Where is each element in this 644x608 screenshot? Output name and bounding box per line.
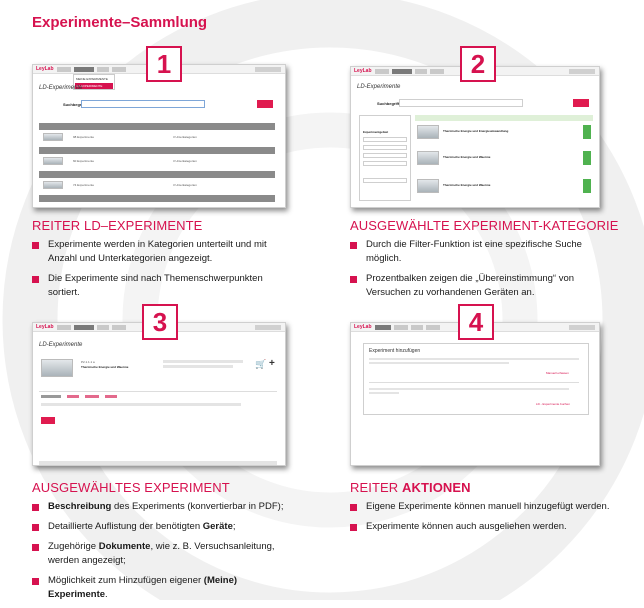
bullet-text: Die Experimente sind nach Themenschwerpu…	[48, 273, 263, 298]
bullet: Möglichkeit zum Hinzufügen eigener (Mein…	[32, 574, 294, 602]
bullet-bold: Geräte	[202, 521, 233, 532]
search-label-2: Suchbegriff	[377, 101, 400, 106]
section-title-2: AUSGEWÄHLTE EXPERIMENT-KATEGORIE	[350, 218, 619, 233]
search-button-2[interactable]	[573, 99, 589, 107]
bullet-bold: Dokumente	[98, 541, 151, 552]
badge-3: 3	[142, 304, 178, 340]
mini-heading-3: LD-Experimente	[39, 342, 83, 348]
manual-link[interactable]: Manuell erfassen	[546, 371, 569, 375]
add-icon[interactable]: +	[269, 358, 275, 369]
row-3-right: 3 Unterkategorien	[173, 183, 197, 187]
bullet-text: Experimente können auch ausgeliehen werd…	[366, 521, 567, 532]
bullet-text: Prozentbalken zeigen die „Übereinstimmun…	[366, 273, 575, 298]
experiment-code: P2.1.1.1 a	[81, 360, 95, 364]
bullet: Beschreibung des Experiments (konvertier…	[32, 500, 294, 514]
bullet: Detaillierte Auflistung der benötigten G…	[32, 520, 294, 534]
row-3-left: 74 Experimente	[73, 183, 95, 187]
screenshot-aktionen: LeyLab Experiment hinzufügen Manuell erf…	[350, 322, 600, 466]
screenshot-experiment-kategorie: LeyLab LD-Experimente Suchbegriff Experi…	[350, 66, 600, 208]
experiment-name: Thermische Energie und Waerme	[81, 365, 129, 369]
logo-3: LeyLab	[36, 324, 54, 330]
bullet-rest: .	[105, 589, 108, 600]
section-title-3: AUSGEWÄHLTES EXPERIMENT	[32, 480, 230, 495]
bullets-3: Beschreibung des Experiments (konvertier…	[32, 500, 294, 608]
page-title: Experimente–Sammlung	[32, 14, 208, 31]
add-experiment-panel: Experiment hinzufügen Manuell erfassen L…	[363, 343, 589, 415]
cart-icon[interactable]: 🛒	[255, 359, 266, 370]
bullet: Die Experimente sind nach Themenschwerpu…	[32, 272, 292, 300]
bullets-2: Durch die Filter-Funktion ist eine spezi…	[350, 238, 610, 306]
bullets-1: Experimente werden in Kategorien unterte…	[32, 238, 292, 306]
row-1-right: 3 Unterkategorien	[173, 135, 197, 139]
bullet-text: Eigene Experimente können manuell hinzug…	[366, 501, 610, 512]
match-bar-2	[583, 151, 591, 165]
bullet-pre: Zugehörige	[48, 541, 99, 552]
bullet-text: Experimente werden in Kategorien unterte…	[48, 239, 267, 264]
badge-4: 4	[458, 304, 494, 340]
result-2: Thermische Energie und Waerme	[443, 155, 491, 159]
result-1: Thermische Energie und Energieumwandlung	[443, 129, 509, 133]
section-title-4: REITER AKTIONEN	[350, 480, 471, 495]
bullet-text: Durch die Filter-Funktion ist eine spezi…	[366, 239, 582, 264]
bullet: Prozentbalken zeigen die „Übereinstimmun…	[350, 272, 610, 300]
search-button[interactable]	[257, 100, 273, 108]
ablauf-button[interactable]	[41, 417, 55, 424]
bullets-4: Eigene Experimente können manuell hinzug…	[350, 500, 620, 540]
match-bar-3	[583, 179, 591, 193]
logo: LeyLab	[36, 66, 54, 72]
panel-title: Experiment hinzufügen	[369, 348, 421, 354]
search-input[interactable]	[81, 100, 205, 108]
section-title-3-text: AUSGEWÄHLTES EXPERIMENT	[32, 480, 230, 495]
match-bar-1	[583, 125, 591, 139]
bullet-bold: Beschreibung	[48, 501, 112, 512]
result-3: Thermische Energie und Waerme	[443, 183, 491, 187]
search-input-2[interactable]	[399, 99, 523, 107]
badge-1: 1	[146, 46, 182, 82]
row-2-left: 60 Experimente	[73, 159, 95, 163]
bullet-rest: des Experiments (konvertierbar in PDF);	[111, 501, 284, 512]
mini-heading: LD-Experimente	[39, 85, 83, 91]
section-title-4-bold: AKTIONEN	[401, 480, 471, 495]
section-title-1-text: REITER LD–EXPERIMENTE	[32, 218, 203, 233]
filter-label: Experimentgebiet	[363, 130, 389, 134]
bullet-pre: Möglichkeit zum Hinzufügen eigener	[48, 575, 204, 586]
bullet: Experimente werden in Kategorien unterte…	[32, 238, 292, 266]
section-title-4-pre: REITER	[350, 480, 402, 495]
dropdown-item-meine[interactable]: MEINE EXPERIMENTE	[76, 77, 108, 81]
bullet: Zugehörige Dokumente, wie z. B. Versuchs…	[32, 540, 294, 568]
logo-4: LeyLab	[354, 324, 372, 330]
bullet: Experimente können auch ausgeliehen werd…	[350, 520, 620, 534]
filter-panel: Experimentgebiet	[359, 115, 411, 201]
screenshot-ld-experimente: LeyLab MEINE EXPERIMENTE LD-EXPERIMENTE …	[32, 64, 286, 208]
screenshot-ausgewaehltes-experiment: LeyLab LD-Experimente P2.1.1.1 a Thermis…	[32, 322, 286, 466]
row-2-right: 3 Unterkategorien	[173, 159, 197, 163]
bullet-rest: ;	[232, 521, 236, 532]
bullet: Eigene Experimente können manuell hinzug…	[350, 500, 620, 514]
mini-heading-2: LD-Experimente	[357, 84, 401, 90]
bullet: Durch die Filter-Funktion ist eine spezi…	[350, 238, 610, 266]
section-title-1: REITER LD–EXPERIMENTE	[32, 218, 202, 233]
experiment-image	[41, 359, 73, 377]
section-title-2-text: AUSGEWÄHLTE EXPERIMENT-KATEGORIE	[350, 218, 619, 233]
badge-2: 2	[460, 46, 496, 82]
bullet-pre: Detaillierte Auflistung der benötigten	[48, 521, 203, 532]
logo-2: LeyLab	[354, 68, 372, 74]
row-1-left: 98 Experimente	[73, 135, 95, 139]
booking-link[interactable]: LD - Experimente buchen	[536, 402, 570, 406]
